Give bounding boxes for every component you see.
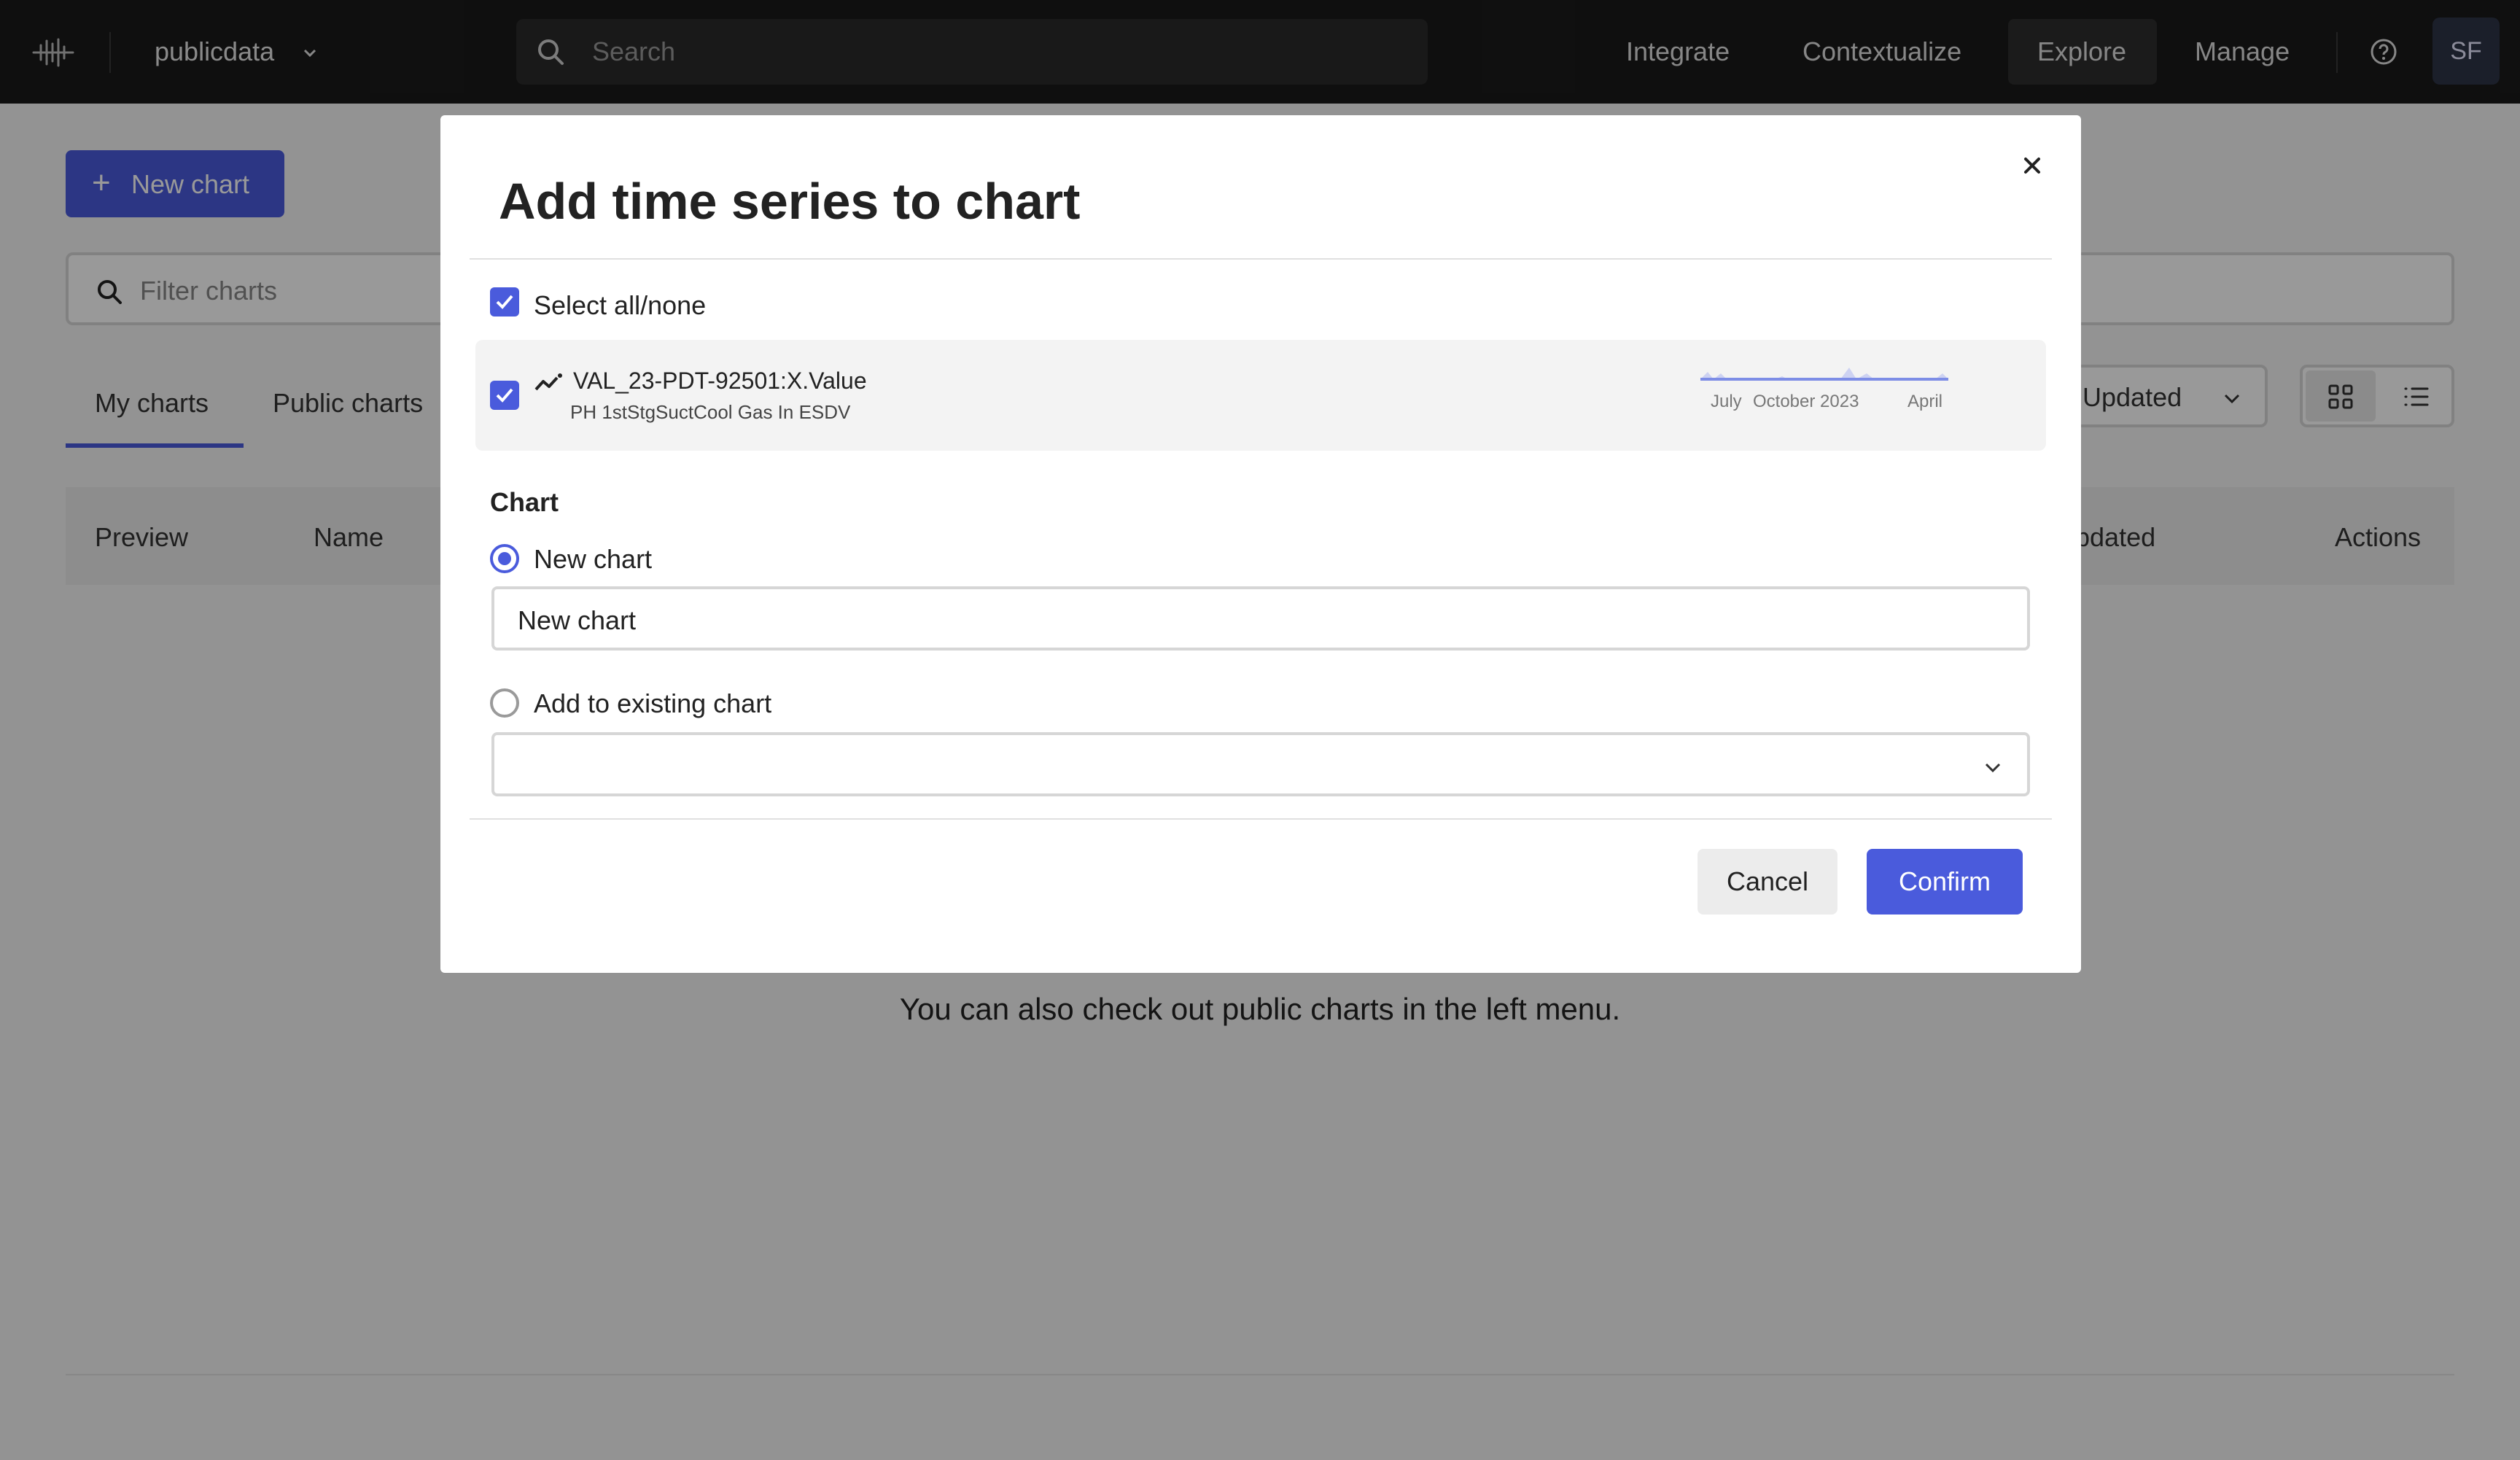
sparkline-tick: July xyxy=(1711,392,1742,411)
time-series-name: VAL_23-PDT-92501:X.Value xyxy=(573,368,867,394)
cancel-button[interactable]: Cancel xyxy=(1698,849,1838,915)
existing-chart-radio-label[interactable]: Add to existing chart xyxy=(534,688,771,719)
new-chart-name-value: New chart xyxy=(518,605,637,635)
existing-chart-select[interactable] xyxy=(491,732,2030,796)
modal-divider xyxy=(470,818,2052,820)
time-series-checkbox[interactable] xyxy=(490,381,519,410)
sparkline-tick: April xyxy=(1908,392,1942,411)
select-all-label: Select all/none xyxy=(534,290,707,320)
modal-backdrop-top xyxy=(0,0,2520,104)
select-all-checkbox[interactable] xyxy=(490,287,519,317)
checkmark-icon xyxy=(496,388,513,403)
modal-title: Add time series to chart xyxy=(499,173,1081,230)
sparkline-tick: October 2023 xyxy=(1753,392,1859,411)
new-chart-radio[interactable] xyxy=(490,544,519,573)
close-icon[interactable] xyxy=(2015,149,2049,182)
existing-chart-radio[interactable] xyxy=(490,688,519,718)
time-series-description: PH 1stStgSuctCool Gas In ESDV xyxy=(570,401,851,423)
modal-divider xyxy=(470,258,2052,260)
confirm-button[interactable]: Confirm xyxy=(1867,849,2023,915)
chevron-down-icon xyxy=(1985,763,2001,773)
time-series-sparkline: July October 2023 April xyxy=(1700,368,1948,411)
time-series-icon xyxy=(534,373,562,391)
add-time-series-modal: Add time series to chart Select all/none… xyxy=(440,115,2081,973)
chart-section-label: Chart xyxy=(490,487,559,517)
checkmark-icon xyxy=(496,295,513,309)
new-chart-radio-label[interactable]: New chart xyxy=(534,544,652,575)
new-chart-name-input[interactable]: New chart xyxy=(491,586,2030,651)
